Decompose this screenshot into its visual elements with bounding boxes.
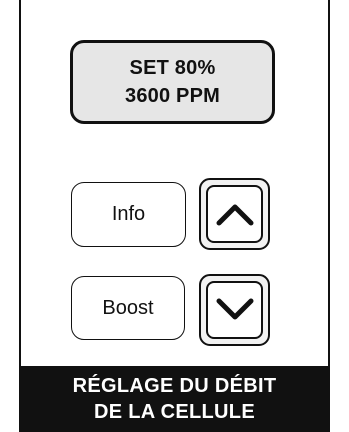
caption-line-2: DE LA CELLULE <box>94 401 255 423</box>
chevron-up-icon <box>216 204 253 226</box>
up-arrow-button-face <box>206 185 263 243</box>
boost-button-label: Boost <box>102 296 154 319</box>
display-setpoint: SET 80% <box>129 57 216 79</box>
caption-line-1: RÉGLAGE DU DÉBIT <box>72 375 277 397</box>
display-ppm-reading: 3600 PPM <box>125 85 220 107</box>
down-arrow-button-face <box>206 281 263 339</box>
info-button-label: Info <box>111 203 146 225</box>
boost-button[interactable]: Boost <box>71 276 185 340</box>
caption-banner: RÉGLAGE DU DÉBIT DE LA CELLULE <box>19 366 330 432</box>
down-arrow-button[interactable] <box>199 274 270 346</box>
chevron-down-icon <box>216 298 253 320</box>
lcd-display: SET 80% 3600 PPM <box>70 40 275 124</box>
up-arrow-button[interactable] <box>199 178 270 250</box>
info-button[interactable]: Info <box>71 182 186 247</box>
